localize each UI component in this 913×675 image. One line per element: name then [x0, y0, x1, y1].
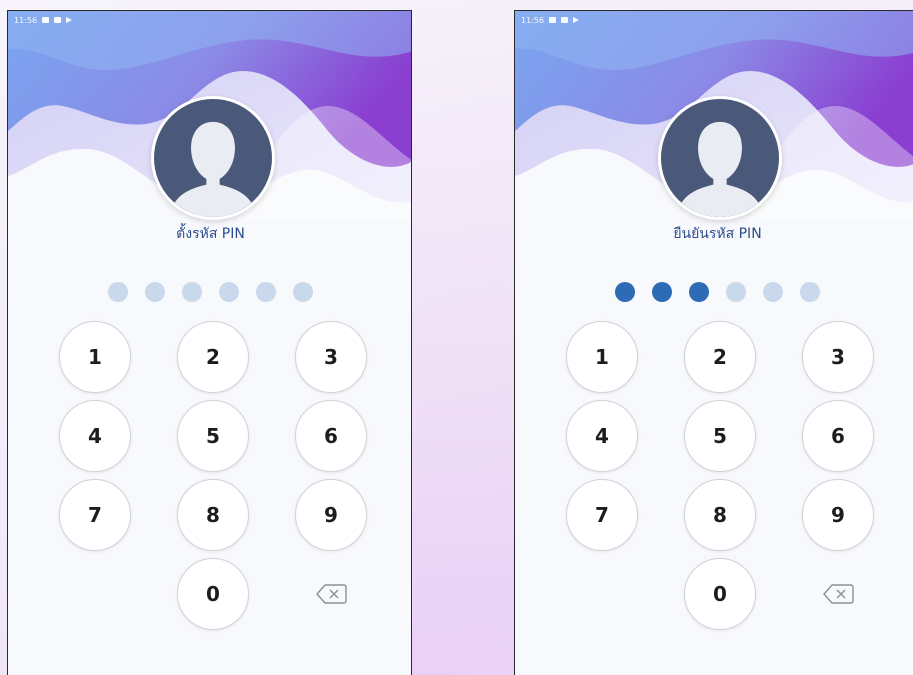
pin-dot: [182, 282, 202, 302]
keypad-key-3[interactable]: 3: [295, 321, 367, 393]
notification-icon: [561, 17, 569, 23]
pin-dot: [652, 282, 672, 302]
status-bar: 11:56: [14, 13, 73, 27]
backspace-button[interactable]: [311, 580, 351, 608]
status-time: 11:56: [14, 15, 38, 25]
keypad-key-1[interactable]: 1: [566, 321, 638, 393]
keypad-key-4[interactable]: 4: [59, 400, 131, 472]
keypad-key-7[interactable]: 7: [566, 479, 638, 551]
pin-indicator: [515, 282, 913, 302]
notification-icon: [549, 17, 557, 23]
notification-icon: [54, 17, 62, 23]
avatar: [658, 96, 782, 220]
keypad-key-9[interactable]: 9: [802, 479, 874, 551]
avatar: [151, 96, 275, 220]
page-title: ตั้งรหัส PIN: [176, 226, 245, 242]
pin-dot: [726, 282, 746, 302]
pin-dot: [293, 282, 313, 302]
pin-dot: [219, 282, 239, 302]
background-stripe: [396, 0, 516, 675]
notification-icon: [42, 17, 50, 23]
keypad-key-8[interactable]: 8: [684, 479, 756, 551]
page-title: ยืนยันรหัส PIN: [673, 226, 762, 242]
keypad-key-2[interactable]: 2: [177, 321, 249, 393]
status-bar: 11:56: [521, 13, 580, 27]
keypad-key-4[interactable]: 4: [566, 400, 638, 472]
keypad-key-0[interactable]: 0: [177, 558, 249, 630]
user-silhouette-icon: [173, 121, 253, 217]
pin-dot: [763, 282, 783, 302]
media-icon: [66, 17, 73, 23]
set-pin-screen: 11:56 ตั้งรหัส PIN 1 2 3 4 5 6 7 8 9 0: [7, 10, 412, 675]
pin-indicator: [8, 282, 411, 302]
pin-dot: [689, 282, 709, 302]
keypad-key-6[interactable]: 6: [295, 400, 367, 472]
media-icon: [573, 17, 580, 23]
pin-dot: [615, 282, 635, 302]
status-time: 11:56: [521, 15, 545, 25]
keypad-key-1[interactable]: 1: [59, 321, 131, 393]
backspace-icon: [316, 584, 347, 604]
confirm-pin-screen: 11:56 ยืนยันรหัส PIN 1 2 3 4 5 6 7 8 9 0: [514, 10, 913, 675]
user-silhouette-icon: [680, 121, 760, 217]
pin-dot: [145, 282, 165, 302]
keypad-key-5[interactable]: 5: [177, 400, 249, 472]
keypad-key-3[interactable]: 3: [802, 321, 874, 393]
keypad-key-5[interactable]: 5: [684, 400, 756, 472]
keypad-key-8[interactable]: 8: [177, 479, 249, 551]
keypad-key-9[interactable]: 9: [295, 479, 367, 551]
keypad-key-0[interactable]: 0: [684, 558, 756, 630]
keypad-key-6[interactable]: 6: [802, 400, 874, 472]
keypad-key-7[interactable]: 7: [59, 479, 131, 551]
pin-dot: [800, 282, 820, 302]
pin-dot: [108, 282, 128, 302]
backspace-icon: [823, 584, 854, 604]
pin-dot: [256, 282, 276, 302]
backspace-button[interactable]: [818, 580, 858, 608]
keypad-key-2[interactable]: 2: [684, 321, 756, 393]
